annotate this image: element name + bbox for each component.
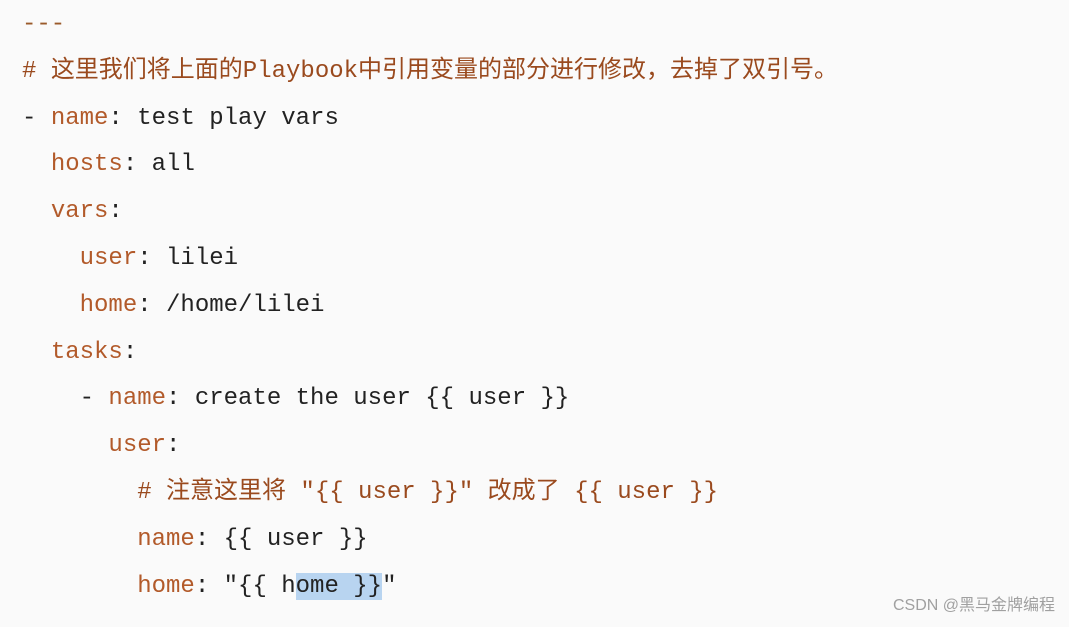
- code-line: name: {{ user }}: [22, 517, 1069, 564]
- string-quote-open: ": [224, 573, 238, 600]
- code-line: vars:: [22, 189, 1069, 236]
- watermark: CSDN @黑马金牌编程: [893, 590, 1055, 621]
- code-line: home: /home/lilei: [22, 283, 1069, 330]
- code-block: --- # 这里我们将上面的Playbook中引用变量的部分进行修改，去掉了双引…: [22, 2, 1069, 610]
- text-selection: ome }}: [296, 573, 382, 600]
- code-line: # 这里我们将上面的Playbook中引用变量的部分进行修改，去掉了双引号。: [22, 49, 1069, 96]
- yaml-comment: # 注意这里将 "{{ user }}" 改成了 {{ user }}: [137, 479, 718, 506]
- code-line: user: lilei: [22, 236, 1069, 283]
- yaml-value: {{ user }}: [209, 526, 367, 553]
- yaml-key: name: [51, 105, 109, 132]
- code-line: - name: test play vars: [22, 96, 1069, 143]
- yaml-value: /home/lilei: [152, 292, 325, 319]
- code-line: # 注意这里将 "{{ user }}" 改成了 {{ user }}: [22, 470, 1069, 517]
- yaml-list-dash: -: [80, 385, 109, 412]
- string-quote-close: ": [382, 573, 396, 600]
- yaml-doc-start: ---: [22, 11, 65, 38]
- yaml-key: user: [108, 432, 166, 459]
- yaml-value: {{ h: [238, 573, 296, 600]
- yaml-key: user: [80, 245, 138, 272]
- yaml-key: name: [108, 385, 166, 412]
- code-line: hosts: all: [22, 142, 1069, 189]
- yaml-list-dash: -: [22, 105, 51, 132]
- yaml-value: test play vars: [123, 105, 339, 132]
- code-line: ---: [22, 2, 1069, 49]
- code-line: tasks:: [22, 330, 1069, 377]
- yaml-key: name: [137, 526, 195, 553]
- yaml-value: create the user {{ user }}: [180, 385, 569, 412]
- code-line: user:: [22, 423, 1069, 470]
- code-line: - name: create the user {{ user }}: [22, 376, 1069, 423]
- yaml-comment: # 这里我们将上面的Playbook中引用变量的部分进行修改，去掉了双引号。: [22, 58, 838, 85]
- yaml-key: vars: [51, 198, 109, 225]
- yaml-value: all: [137, 151, 195, 178]
- yaml-key: tasks: [51, 339, 123, 366]
- yaml-key: home: [80, 292, 138, 319]
- yaml-key: home: [137, 573, 195, 600]
- yaml-value: lilei: [152, 245, 238, 272]
- yaml-key: hosts: [51, 151, 123, 178]
